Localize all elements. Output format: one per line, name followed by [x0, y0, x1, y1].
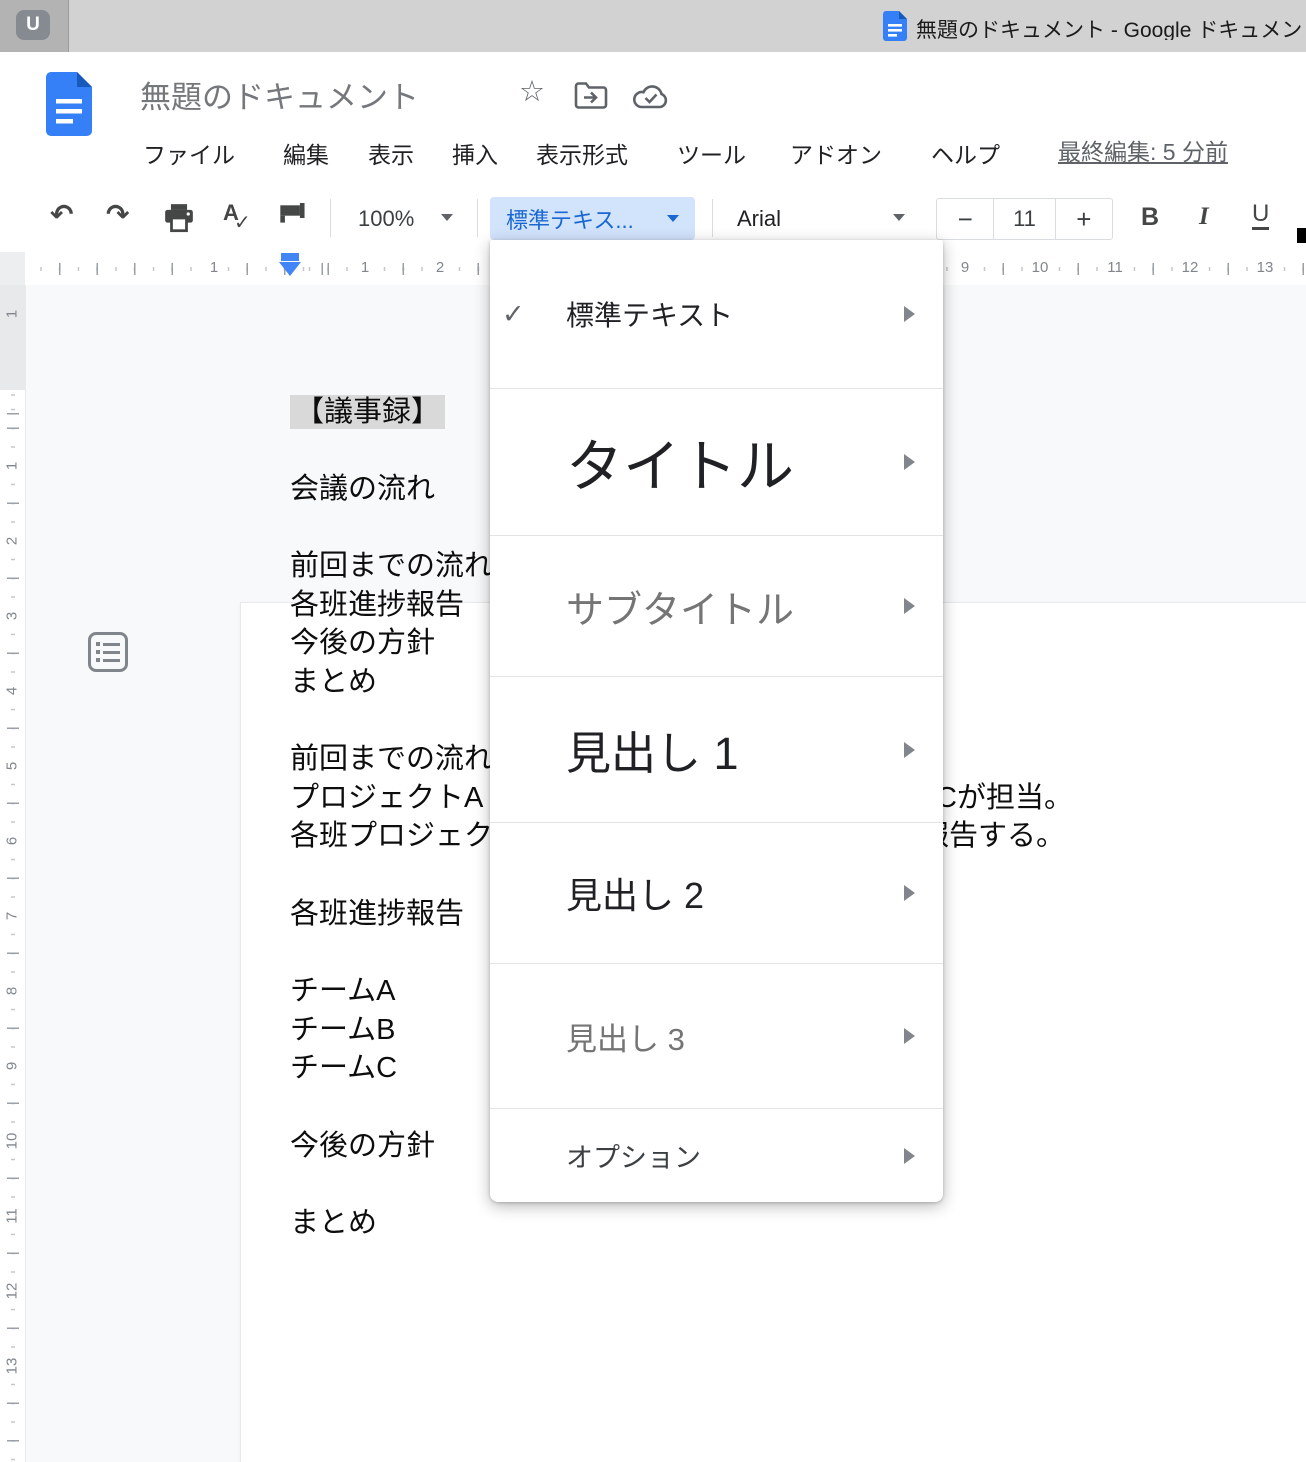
doc-line[interactable]: 会議の流れ	[290, 470, 435, 508]
menu-help[interactable]: ヘルプ	[931, 136, 1000, 170]
submenu-arrow-icon	[904, 1028, 915, 1044]
menu-addons[interactable]: アドオン	[790, 136, 882, 170]
bold-button[interactable]: B	[1141, 203, 1159, 232]
check-icon: ✓	[502, 299, 525, 330]
toolbar-divider	[712, 199, 713, 237]
move-folder-icon[interactable]	[574, 82, 608, 110]
font-dropdown[interactable]: Arial	[737, 206, 781, 232]
doc-line-fragment[interactable]: Cが担当。	[936, 779, 1073, 817]
chevron-down-icon	[667, 215, 679, 222]
cloud-status-icon[interactable]	[632, 84, 670, 110]
document-outline-icon[interactable]	[88, 632, 128, 672]
submenu-arrow-icon	[904, 454, 915, 470]
menu-view[interactable]: 表示	[368, 136, 414, 170]
doc-line[interactable]: 今後の方針	[290, 624, 435, 662]
menu-item-heading-3[interactable]: 見出し 3	[490, 963, 943, 1108]
chevron-down-icon[interactable]	[441, 214, 453, 221]
menu-format[interactable]: 表示形式	[536, 136, 628, 170]
redo-button[interactable]: ↷	[106, 201, 129, 229]
doc-line[interactable]: まとめ	[290, 663, 377, 701]
font-size-control: − 11 +	[936, 198, 1113, 240]
menu-edit[interactable]: 編集	[283, 136, 329, 170]
menu-file[interactable]: ファイル	[143, 136, 235, 170]
indent-marker[interactable]	[279, 253, 301, 279]
doc-line[interactable]: 今後の方針	[290, 1127, 435, 1165]
submenu-arrow-icon	[904, 742, 915, 758]
doc-line[interactable]: まとめ	[290, 1204, 377, 1242]
doc-line[interactable]: プロジェクトA	[290, 779, 483, 817]
font-size-value[interactable]: 11	[994, 199, 1054, 239]
document-title-field[interactable]: 無題のドキュメント	[140, 72, 419, 117]
chevron-down-icon[interactable]	[893, 214, 905, 221]
submenu-arrow-icon	[904, 885, 915, 901]
menu-insert[interactable]: 挿入	[452, 136, 498, 170]
underline-button[interactable]: U	[1252, 201, 1269, 230]
docs-favicon-icon	[883, 11, 907, 41]
styles-dropdown[interactable]: 標準テキス...	[490, 197, 695, 240]
docs-logo-icon[interactable]	[46, 72, 92, 136]
menu-item-heading-2[interactable]: 見出し 2	[490, 822, 943, 963]
menu-item-options[interactable]: オプション	[490, 1108, 943, 1202]
star-icon[interactable]: ☆	[519, 78, 545, 107]
header: 無題のドキュメント ☆ ファイル 編集 表示 挿入 表示形式 ツール アドオン …	[0, 52, 1306, 185]
menu-item-heading-1[interactable]: 見出し 1	[490, 676, 943, 822]
doc-line[interactable]: チームC	[290, 1049, 397, 1087]
doc-line[interactable]: 前回までの流れ	[290, 740, 493, 778]
paint-format-button[interactable]	[278, 203, 308, 233]
doc-line[interactable]: 前回までの流れ	[290, 547, 493, 585]
submenu-arrow-icon	[904, 1148, 915, 1164]
browser-tab-title[interactable]: 無題のドキュメント - Google ドキュメン	[916, 14, 1306, 40]
menu-tools[interactable]: ツール	[677, 136, 746, 170]
menu-item-title[interactable]: タイトル	[490, 388, 943, 535]
menu-item-subtitle[interactable]: サブタイトル	[490, 535, 943, 676]
doc-line[interactable]: チームA	[290, 972, 395, 1010]
italic-button[interactable]: I	[1199, 203, 1209, 231]
submenu-arrow-icon	[904, 306, 915, 322]
menu-item-normal-text[interactable]: ✓ 標準テキスト	[490, 240, 943, 388]
spellcheck-button[interactable]: A ✓	[221, 200, 255, 234]
doc-line[interactable]: 各班進捗報告	[290, 586, 464, 624]
submenu-arrow-icon	[904, 598, 915, 614]
partial-toolbar-button[interactable]	[1297, 228, 1306, 243]
doc-line[interactable]: 各班プロジェク	[290, 817, 493, 855]
browser-profile-badge[interactable]: U	[16, 10, 50, 40]
undo-button[interactable]: ↶	[50, 201, 73, 229]
browser-tab-bar: U 無題のドキュメント - Google ドキュメン	[0, 0, 1306, 53]
toolbar-divider	[330, 199, 331, 237]
print-button[interactable]	[164, 203, 194, 233]
toolbar-divider	[477, 199, 478, 237]
zoom-dropdown[interactable]: 100%	[358, 206, 414, 232]
increase-font-size-button[interactable]: +	[1055, 199, 1112, 239]
doc-line[interactable]: 【議事録】	[290, 393, 445, 431]
ruler-corner	[0, 252, 25, 285]
app-window: U 無題のドキュメント - Google ドキュメン 無題のドキュメント ☆	[0, 0, 1306, 1462]
vertical-ruler[interactable]: 1 1 2 3 4 5 6 7 8 9 10 11 12 13	[0, 285, 26, 1462]
decrease-font-size-button[interactable]: −	[937, 199, 994, 239]
doc-line[interactable]: チームB	[290, 1011, 395, 1049]
doc-line[interactable]: 各班進捗報告	[290, 895, 464, 933]
styles-menu: ✓ 標準テキスト タイトル サブタイトル 見出し 1 見出し 2 見出し 3 オ…	[490, 240, 943, 1202]
last-edit-link[interactable]: 最終編集: 5 分前	[1058, 133, 1228, 167]
